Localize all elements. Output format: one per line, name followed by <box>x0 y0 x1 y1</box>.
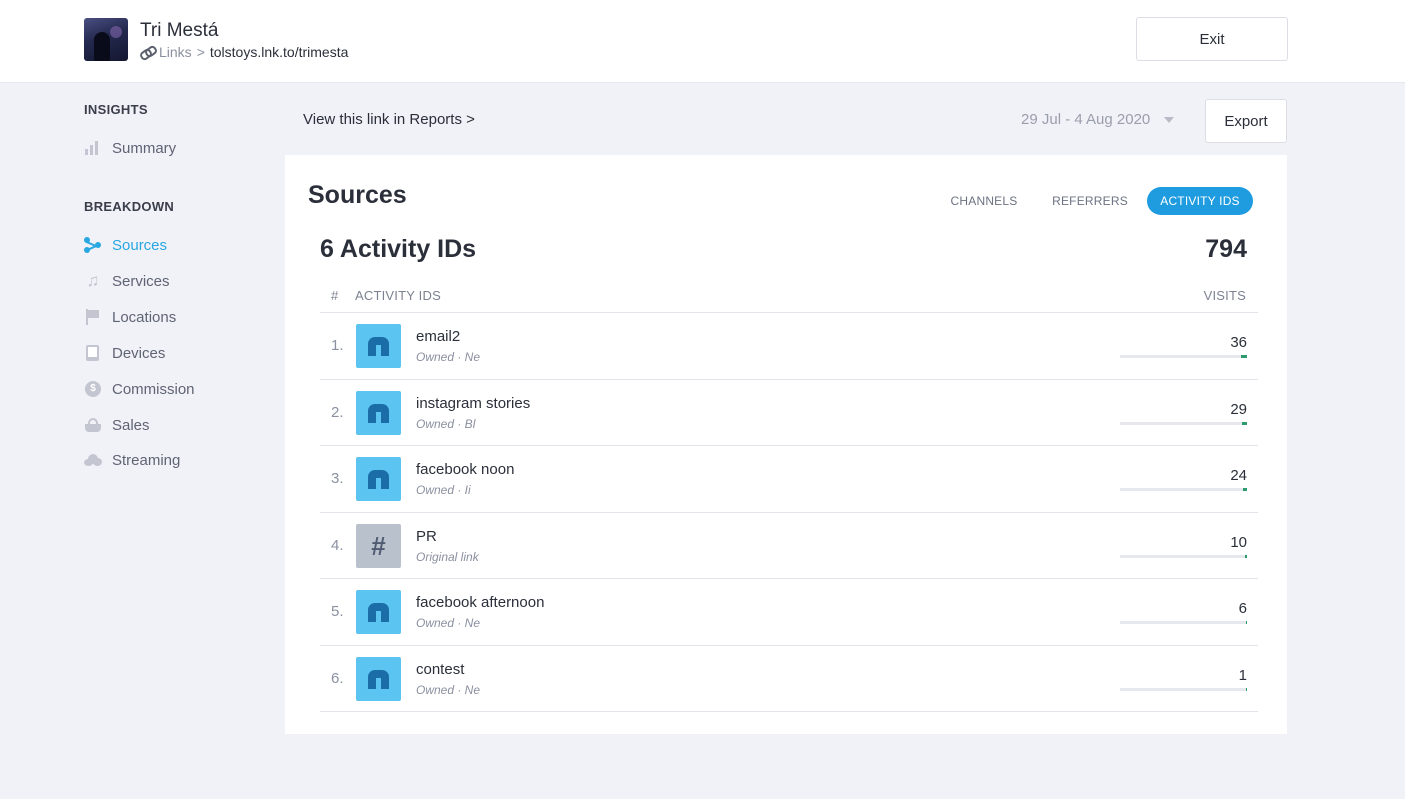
sidebar-item-label: Streaming <box>112 451 181 469</box>
visits-bar <box>1120 355 1247 358</box>
row-visits: 10 <box>1230 533 1247 551</box>
sidebar-item-label: Locations <box>112 308 177 326</box>
table-row[interactable]: 6. contest Owned · Ne 1 <box>320 646 1258 712</box>
export-button[interactable]: Export <box>1205 99 1287 143</box>
house-icon <box>356 590 401 634</box>
card-title: Sources <box>308 181 407 209</box>
row-subtitle: Owned · Ne <box>416 682 481 697</box>
row-visits: 6 <box>1238 600 1247 617</box>
sidebar-item-label: Devices <box>112 344 166 362</box>
column-header-activity-ids: ACTIVITY IDS <box>355 288 441 303</box>
row-name: facebook afternoon <box>416 594 545 611</box>
column-header-visits: VISITS <box>1203 288 1246 303</box>
avatar <box>84 18 128 61</box>
row-subtitle: Original link <box>416 549 479 564</box>
visits-bar <box>1120 687 1247 691</box>
house-icon <box>356 457 401 501</box>
sources-card: Sources CHANNELS REFERRERS ACTIVITY IDS … <box>285 155 1287 734</box>
sidebar-item-streaming[interactable]: Streaming <box>84 449 180 471</box>
breakdown-heading: BREAKDOWN <box>84 199 175 214</box>
row-index: 2. <box>331 403 344 421</box>
sidebar-item-label: Commission <box>112 380 195 398</box>
visits-bar-fill <box>1243 488 1247 491</box>
column-header-index: # <box>331 288 339 303</box>
row-name: PR <box>416 527 437 545</box>
visits-bar-fill <box>1241 355 1247 358</box>
breadcrumb-url: tolstoys.lnk.to/trimesta <box>209 44 349 60</box>
row-subtitle: Owned · Ne <box>416 350 481 364</box>
sidebar-item-label: Summary <box>112 139 177 157</box>
breadcrumb: Links > tolstoys.lnk.to/trimesta <box>140 44 348 60</box>
flag-icon <box>84 309 102 325</box>
house-icon <box>356 390 401 435</box>
visits-bar-fill <box>1245 554 1247 558</box>
visits-bar-fill <box>1246 621 1247 624</box>
row-subtitle: Owned · Bl <box>416 416 476 431</box>
sidebar-item-commission[interactable]: $ Commission <box>84 378 195 400</box>
sidebar-item-sales[interactable]: Sales <box>84 414 150 436</box>
tab-referrers[interactable]: REFERRERS <box>1045 187 1135 215</box>
artist-name: Tri Mestá <box>140 20 219 41</box>
sidebar-item-services[interactable]: ♫ Services <box>84 270 170 292</box>
sidebar-item-devices[interactable]: Devices <box>84 342 165 364</box>
exit-button[interactable]: Exit <box>1136 17 1288 61</box>
tab-activity-ids[interactable]: ACTIVITY IDS <box>1147 187 1253 215</box>
sources-icon <box>84 237 102 253</box>
sidebar-item-sources[interactable]: Sources <box>84 234 167 256</box>
table-row[interactable]: 1. email2 Owned · Ne 36 <box>320 313 1258 380</box>
table-row[interactable]: 3. facebook noon Owned · Ii 24 <box>320 446 1258 513</box>
music-note-icon: ♫ <box>86 271 100 290</box>
sidebar-item-locations[interactable]: Locations <box>84 306 176 328</box>
coin-icon: $ <box>84 381 102 397</box>
sidebar-item-label: Services <box>112 272 170 290</box>
tab-channels[interactable]: CHANNELS <box>941 187 1027 215</box>
visits-bar <box>1120 621 1247 624</box>
row-name: facebook noon <box>416 461 515 478</box>
row-index: 5. <box>331 603 344 620</box>
table-row[interactable]: 4. # PR Original link 10 <box>320 513 1258 579</box>
top-bar: Tri Mestá Links > tolstoys.lnk.to/trimes… <box>0 0 1405 83</box>
row-name: contest <box>416 660 465 678</box>
chevron-down-icon <box>1164 116 1175 123</box>
sidebar-item-summary[interactable]: Summary <box>84 137 176 159</box>
cloud-icon <box>84 452 102 468</box>
basket-icon <box>84 417 102 433</box>
house-icon <box>356 656 401 701</box>
link-chain-icon <box>140 47 154 57</box>
row-subtitle: Owned · Ne <box>416 616 481 630</box>
activity-count-title: 6 Activity IDs <box>320 235 477 263</box>
row-index: 6. <box>331 669 344 687</box>
row-visits: 24 <box>1230 467 1247 484</box>
visits-bar <box>1120 488 1247 491</box>
bar-chart-icon <box>84 140 102 156</box>
visits-bar-fill <box>1242 421 1247 425</box>
row-index: 4. <box>331 536 344 554</box>
sidebar-item-label: Sources <box>112 236 168 254</box>
visits-bar <box>1120 421 1247 425</box>
sidebar-item-label: Sales <box>112 416 150 434</box>
table-row[interactable]: 5. facebook afternoon Owned · Ne 6 <box>320 579 1258 646</box>
table-row[interactable]: 2. instagram stories Owned · Bl 29 <box>320 380 1258 446</box>
device-icon <box>84 345 102 361</box>
row-name: instagram stories <box>416 394 531 412</box>
visits-bar-fill <box>1246 687 1247 691</box>
hash-icon: # <box>356 523 401 568</box>
visits-bar <box>1120 554 1247 558</box>
breadcrumb-links[interactable]: Links <box>159 44 192 60</box>
insights-heading: INSIGHTS <box>84 102 148 117</box>
row-subtitle: Owned · Ii <box>416 483 471 497</box>
date-range-value: 29 Jul - 4 Aug 2020 <box>1021 111 1151 128</box>
row-name: email2 <box>416 328 461 345</box>
row-index: 1. <box>331 337 344 354</box>
row-index: 3. <box>331 470 344 487</box>
total-visits: 794 <box>1205 235 1247 263</box>
house-icon <box>356 324 401 368</box>
activity-table: 1. email2 Owned · Ne 36 2. instagram sto… <box>320 312 1258 712</box>
row-visits: 36 <box>1230 334 1247 351</box>
date-range-select[interactable]: 29 Jul - 4 Aug 2020 <box>1021 111 1175 128</box>
row-visits: 29 <box>1230 400 1247 418</box>
breadcrumb-separator: > <box>196 44 205 60</box>
view-in-reports-link[interactable]: View this link in Reports > <box>303 111 475 128</box>
row-visits: 1 <box>1238 666 1247 684</box>
